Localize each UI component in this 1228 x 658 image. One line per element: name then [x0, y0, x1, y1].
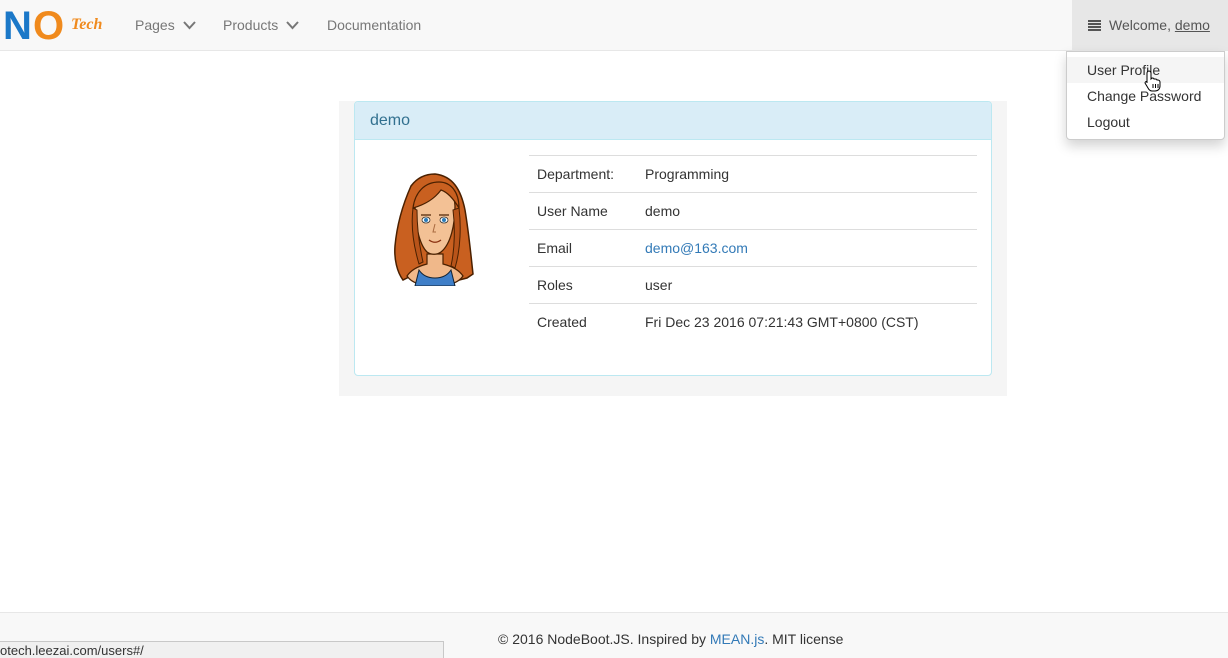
- nav-pages-label: Pages: [135, 17, 175, 33]
- welcome-prefix: Welcome,: [1109, 17, 1171, 33]
- footer-prefix: © 2016 NodeBoot.JS. Inspired by: [498, 631, 706, 647]
- brand-logo[interactable]: N O Tech: [3, 6, 111, 46]
- profile-panel: demo Department: Programming User Name d…: [354, 101, 992, 376]
- row-key: Created: [537, 314, 587, 330]
- table-row: User Name demo: [529, 192, 977, 229]
- hand-cursor-icon: [1144, 70, 1161, 92]
- menu-item-logout[interactable]: Logout: [1067, 109, 1224, 135]
- welcome-text: Welcome, demo: [1109, 0, 1210, 51]
- row-key: User Name: [537, 203, 608, 219]
- user-menu-toggle[interactable]: Welcome, demo: [1072, 0, 1228, 51]
- logo-letter-o: O: [33, 4, 65, 48]
- row-value: Fri Dec 23 2016 07:21:43 GMT+0800 (CST): [645, 314, 919, 330]
- nav-documentation-link[interactable]: Documentation: [327, 0, 421, 51]
- logo-tech-text: Tech: [71, 16, 103, 33]
- footer-text: © 2016 NodeBoot.JS. Inspired by MEAN.js.…: [498, 631, 843, 647]
- row-key: Email: [537, 240, 573, 256]
- row-value: user: [645, 277, 673, 293]
- nav-products-label: Products: [223, 17, 279, 33]
- table-row: Email demo@163.com: [529, 229, 977, 266]
- row-key: Roles: [537, 277, 573, 293]
- footer-mean-link[interactable]: MEAN.js: [710, 631, 764, 647]
- table-row: Roles user: [529, 266, 977, 303]
- email-link[interactable]: demo@163.com: [645, 230, 748, 266]
- browser-status-bar: otech.leezai.com/users#/: [0, 641, 444, 658]
- top-navbar: N O Tech Pages Products Documentation We…: [0, 0, 1228, 51]
- nav-pages-menu[interactable]: Pages: [135, 0, 196, 51]
- girl-avatar-icon: [394, 173, 474, 286]
- table-row: Department: Programming: [529, 155, 977, 192]
- nav-products-menu[interactable]: Products: [223, 0, 299, 51]
- welcome-username[interactable]: demo: [1175, 17, 1210, 33]
- nav-documentation-label: Documentation: [327, 17, 422, 33]
- row-value: Programming: [645, 166, 730, 182]
- profile-panel-title: demo: [355, 102, 991, 140]
- logo-letter-n: N: [3, 4, 32, 48]
- bars-icon: [1088, 20, 1101, 31]
- chevron-down-icon: [182, 21, 196, 30]
- row-value: demo: [645, 203, 681, 219]
- footer-suffix: . MIT license: [764, 631, 844, 647]
- chevron-down-icon: [286, 21, 299, 30]
- user-dropdown-menu: User Profile Change Password Logout: [1066, 51, 1225, 140]
- row-key: Department:: [537, 166, 615, 182]
- table-row: Created Fri Dec 23 2016 07:21:43 GMT+080…: [529, 303, 977, 340]
